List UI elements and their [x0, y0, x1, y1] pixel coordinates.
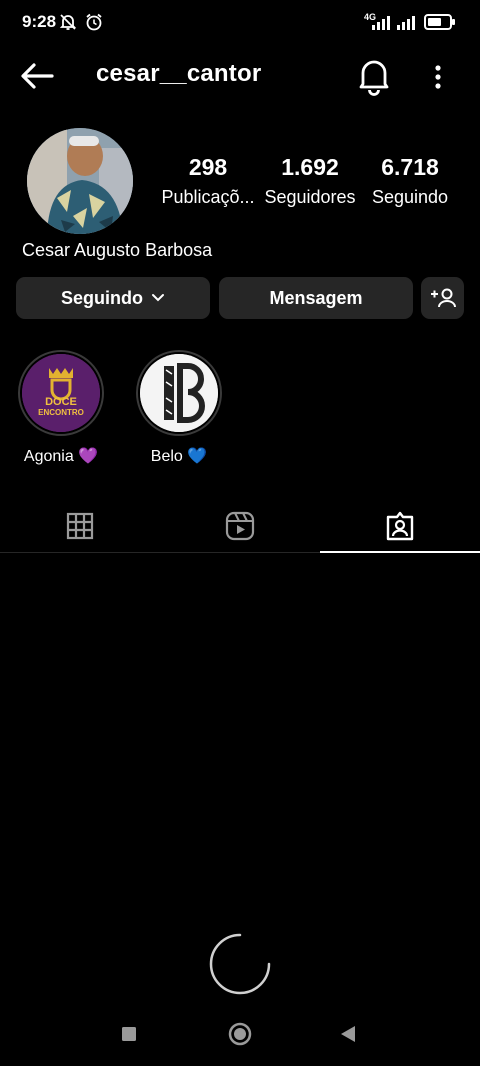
back-arrow-icon[interactable] — [18, 58, 58, 94]
message-button[interactable]: Mensagem — [219, 277, 413, 319]
highlight-cover-subtext: ENCONTRO — [38, 408, 84, 417]
highlight-cover-text: DOCE — [45, 396, 77, 408]
following-button-label: Seguindo — [61, 287, 143, 308]
more-options-icon[interactable] — [424, 60, 452, 94]
suggested-users-button[interactable] — [421, 277, 464, 319]
chevron-down-icon — [152, 294, 164, 302]
stat-posts[interactable]: 298 Publicaçõ... — [158, 154, 258, 208]
stat-followers-value: 1.692 — [281, 154, 339, 180]
tab-grid[interactable] — [0, 500, 160, 552]
highlight-cover-image: DOCE ENCONTRO — [22, 354, 100, 432]
stat-followers[interactable]: 1.692 Seguidores — [260, 154, 360, 208]
profile-avatar[interactable] — [27, 128, 133, 234]
highlight-agonia[interactable]: DOCE ENCONTRO Agonia 💜 — [11, 350, 111, 466]
stat-posts-label: Publicaçõ... — [161, 187, 255, 207]
reels-icon — [225, 511, 255, 541]
stat-following-value: 6.718 — [381, 154, 439, 180]
signal-icon — [372, 16, 390, 30]
bell-off-icon — [59, 14, 77, 30]
profile-full-name: Cesar Augusto Barbosa — [22, 240, 213, 260]
add-person-icon — [430, 288, 456, 308]
highlight-label: Belo 💙 — [150, 448, 208, 465]
tab-tagged[interactable] — [320, 500, 480, 553]
back-nav-icon[interactable] — [339, 1025, 357, 1043]
status-bar: 9:28 4G — [0, 0, 480, 44]
alarm-icon — [86, 13, 102, 31]
highlight-cover-ring: DOCE ENCONTRO — [18, 350, 104, 436]
profile-header: cesar__cantor — [0, 50, 480, 100]
tagged-person-icon — [386, 511, 414, 541]
stat-followers-label: Seguidores — [264, 187, 356, 207]
following-button[interactable]: Seguindo — [16, 277, 210, 319]
notification-bell-icon[interactable] — [356, 56, 392, 96]
battery-icon — [424, 14, 455, 30]
highlight-cover-image — [140, 354, 218, 432]
stat-following-label: Seguindo — [371, 187, 449, 207]
tab-reels[interactable] — [160, 500, 320, 552]
stat-following[interactable]: 6.718 Seguindo — [362, 154, 458, 208]
highlight-label: Agonia 💜 — [23, 448, 99, 465]
profile-tabs — [0, 500, 480, 553]
grid-icon — [66, 512, 94, 540]
stat-posts-value: 298 — [188, 154, 228, 180]
signal-icon-2 — [397, 16, 415, 30]
highlight-cover-ring — [136, 350, 222, 436]
loading-spinner-icon — [209, 933, 271, 995]
profile-username: cesar__cantor — [96, 60, 262, 87]
highlight-belo[interactable]: Belo 💙 — [129, 350, 229, 466]
status-time: 9:28 — [22, 12, 57, 31]
home-icon[interactable] — [228, 1022, 252, 1046]
system-nav-bar — [0, 1006, 480, 1066]
message-button-label: Mensagem — [269, 287, 363, 308]
recent-apps-icon[interactable] — [121, 1026, 137, 1042]
